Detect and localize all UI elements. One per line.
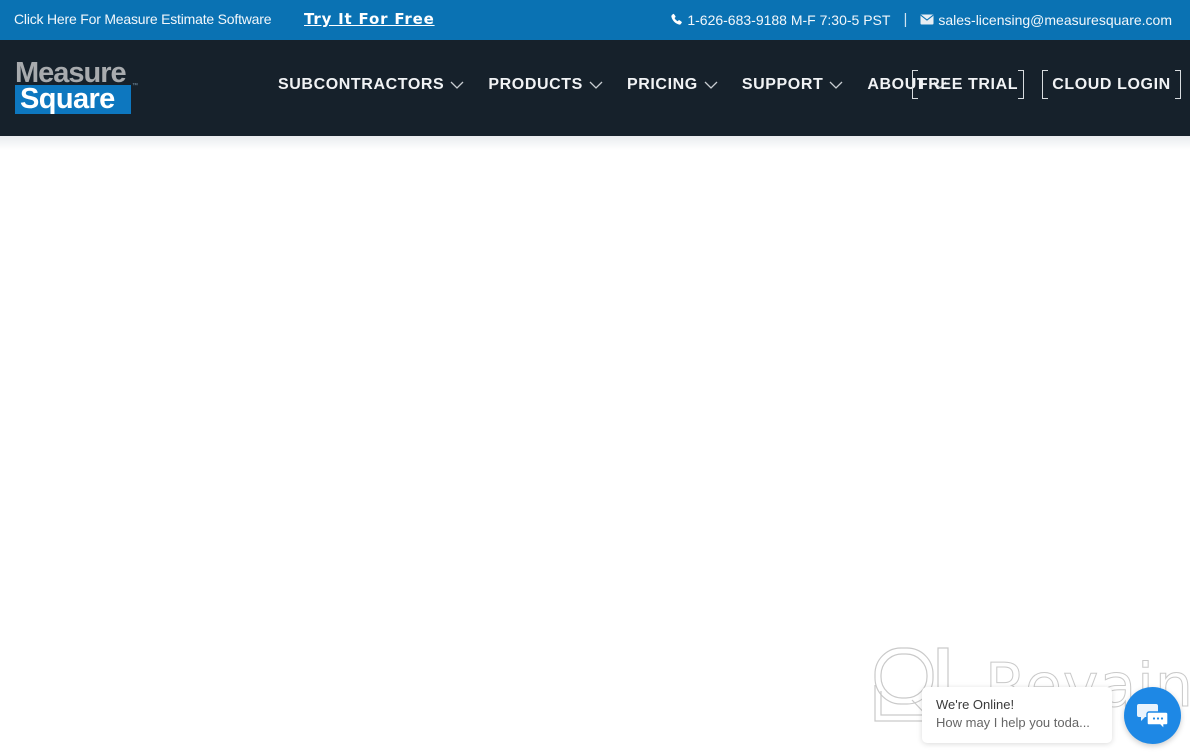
menu-item-support[interactable]: SUPPORT (742, 76, 844, 94)
contact-separator: | (903, 11, 908, 28)
chat-prompt-text: How may I help you toda... (936, 715, 1090, 730)
logo-line-2: Square (20, 83, 115, 115)
navbar-shadow (0, 136, 1190, 150)
chevron-down-icon (704, 81, 718, 89)
free-trial-button[interactable]: FREE TRIAL (912, 70, 1024, 99)
bracket-left (1042, 70, 1048, 99)
chat-bubbles-icon (1136, 703, 1169, 731)
promo-text[interactable]: Click Here For Measure Estimate Software (14, 11, 272, 27)
phone-number[interactable]: 1-626-683-9188 M-F 7:30-5 PST (687, 12, 890, 28)
menu-item-pricing[interactable]: PRICING (627, 76, 718, 94)
phone-icon (670, 13, 683, 26)
chevron-down-icon (829, 81, 843, 89)
logo-trademark: ™ (132, 83, 138, 89)
menu-item-label: SUPPORT (741, 76, 824, 93)
bracket-right (1175, 70, 1181, 99)
bracket-right (1018, 70, 1024, 99)
menu-item-subcontractors[interactable]: SUBCONTRACTORS (278, 76, 464, 94)
menu-item-products[interactable]: PRODUCTS (488, 76, 603, 94)
top-announcement-bar: Click Here For Measure Estimate Software… (0, 0, 1190, 40)
open-chat-button[interactable] (1124, 687, 1181, 744)
envelope-icon (920, 14, 934, 25)
menu-item-label: PRICING (626, 76, 698, 93)
main-navbar: Measure Square ™ SUBCONTRACTORS PRODUCTS… (0, 40, 1190, 136)
contact-info: 1-626-683-9188 M-F 7:30-5 PST | sales-li… (670, 11, 1172, 28)
menu-item-label: PRODUCTS (488, 76, 583, 93)
menu-item-label: SUBCONTRACTORS (278, 76, 445, 93)
try-it-free-link[interactable]: Try It For Free (304, 10, 435, 28)
cloud-login-button[interactable]: CLOUD LOGIN (1042, 70, 1181, 99)
main-menu: SUBCONTRACTORS PRODUCTS PRICING SUPPORT … (278, 76, 971, 94)
chevron-down-icon (450, 81, 464, 89)
free-trial-label: FREE TRIAL (917, 75, 1019, 93)
chat-greeting-bubble[interactable]: We're Online! How may I help you toda... (922, 687, 1112, 743)
page-content (0, 136, 1190, 753)
bracket-left (912, 70, 918, 99)
measure-square-logo[interactable]: Measure Square ™ (15, 59, 140, 117)
email-link[interactable]: sales-licensing@measuresquare.com (938, 12, 1172, 28)
chat-status-text: We're Online! (936, 697, 1015, 712)
chevron-down-icon (589, 81, 603, 89)
cloud-login-label: CLOUD LOGIN (1052, 75, 1171, 93)
